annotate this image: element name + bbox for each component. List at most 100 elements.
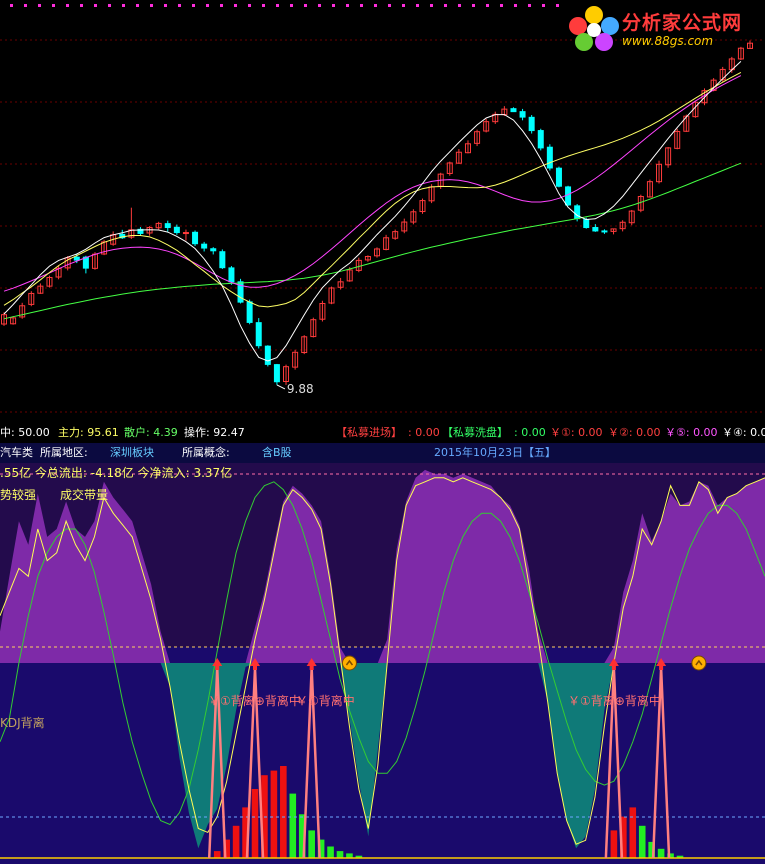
signal-dot [52,4,55,7]
volume-bar [251,789,259,858]
yen5-value: ￥⑤: 0.00 [665,426,718,439]
signal-dot [486,4,489,7]
volume-bar [308,830,315,858]
volume-bar [232,825,240,858]
candle-body [201,243,208,249]
signal-dot [304,4,307,7]
volume-bar [270,770,278,858]
yen2-value: ￥②: 0.00 [608,426,661,439]
signal-dot [150,4,153,7]
signal-dot [556,4,559,7]
simu-xipan-value: : 0.00 [514,426,546,439]
signal-dot [360,4,363,7]
signal-dot [10,4,13,7]
caozuo-value: 操作: 92.47 [184,426,245,439]
signal-dot [164,4,167,7]
watermark: 分析家公式网 www.88gs.com [566,4,761,54]
simu-xipan-label: 【私募洗盘】 [442,426,508,439]
candle-body [592,227,599,232]
candle-body [601,230,608,233]
volume-bar [657,848,665,858]
signal-dot [500,4,503,7]
signal-dot [514,4,517,7]
region-label: 所属地区: [40,446,88,459]
region-value: 深圳板块 [110,446,154,459]
cross-marker-icon [691,655,707,671]
signal-dot [136,4,139,7]
price-panel: 9.88 [0,0,765,423]
volume-bar [289,793,297,858]
candle-body [173,226,180,234]
candle-body [528,116,535,132]
divergence-label-3: ￥①背离⊕背离中 [568,693,661,708]
volume-bar [610,830,618,858]
signal-dot [416,4,419,7]
watermark-title: 分析家公式网 [622,12,743,34]
candle-body [73,256,80,261]
flow-text: .55亿 今总流出: -4.18亿 今净流入: 3.37亿 [0,465,232,480]
candle-body [255,322,262,347]
yen4-value: ￥④: 0.00 [722,426,765,439]
signal-dot [178,4,181,7]
signal-dot [38,4,41,7]
volume-bar [638,825,646,858]
signal-dot [24,4,27,7]
cross-marker-icon [341,655,357,671]
signal-dot [542,4,545,7]
signal-dot [290,4,293,7]
volume-band-text: 成交带量 [60,487,108,502]
min-price-label: 9.88 [287,382,314,396]
up-arrow-stem [215,666,220,670]
signal-dot [332,4,335,7]
signal-dot [206,4,209,7]
zhuli-value: 主力: 95.61 [58,426,119,439]
signal-dot [234,4,237,7]
candle-body [546,146,553,169]
yen1-value: ￥①: 0.00 [550,426,603,439]
signal-dot [444,4,447,7]
concept-label: 所属概念: [182,446,230,459]
signal-dot [346,4,349,7]
signal-dot [276,4,279,7]
watermark-url: www.88gs.com [622,34,714,48]
volume-bar [213,851,221,858]
candle-body [182,232,189,235]
zhong-value: 中: 50.00 [0,426,50,439]
indicator-status-bar: 中: 50.00 主力: 95.61 散户: 4.39 操作: 92.47 【私… [0,423,765,443]
date-value: 2015年10月23日【五】 [434,446,556,459]
candle-body [210,248,217,252]
signal-dot [66,4,69,7]
up-arrow-stem [659,666,664,670]
candle-body [555,167,562,187]
flower-logo-icon [569,6,619,51]
simu-jinchang-value: : 0.00 [408,426,440,439]
kdj-text: KDJ背离 [0,715,45,730]
candle-body [519,111,526,118]
signal-dot [374,4,377,7]
up-arrow-stem [611,666,616,670]
trend-text: 势较强 [0,487,36,502]
signal-dot [430,4,433,7]
signal-dot [472,4,475,7]
candle-body [510,108,517,113]
candle-body [219,251,226,269]
candle-body [192,231,199,245]
stock-info-bar: 汽车类 所属地区: 深圳板块 所属概念: 含B股 2015年10月23日【五】 [0,443,765,463]
signal-dot [192,4,195,7]
concept-value: 含B股 [262,446,292,459]
up-arrow-stem [253,666,257,670]
signal-dot [262,4,265,7]
signal-dot [220,4,223,7]
signal-dot [388,4,391,7]
volume-bar [280,766,287,858]
volume-bar [336,851,344,858]
signal-dot [122,4,125,7]
signal-dot [318,4,321,7]
industry-value: 汽车类 [0,446,33,459]
volume-bar [327,846,334,858]
signal-dot [458,4,461,7]
candle-body [164,223,171,229]
price-panel-background [0,0,765,423]
signal-dot [94,4,97,7]
divergence-label-1: ￥①背离⊕背离中 [208,693,301,708]
